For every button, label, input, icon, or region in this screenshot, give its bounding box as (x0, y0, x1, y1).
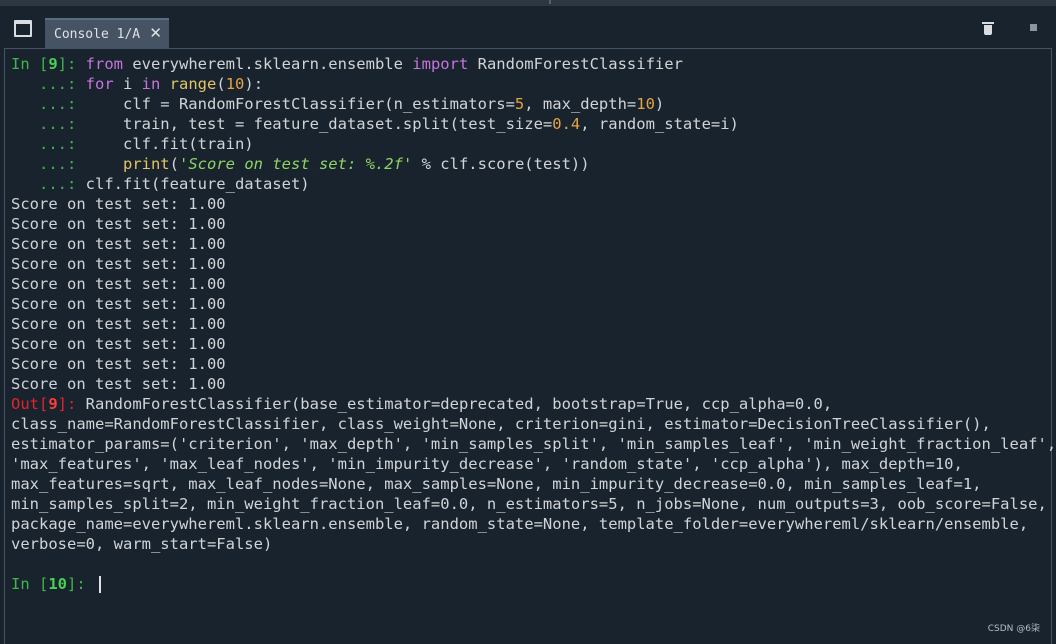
stdout-line: Score on test set: 1.00 (11, 255, 226, 273)
code-keyword: import (412, 55, 469, 73)
output-line: Out[9]: RandomForestClassifier(base_esti… (11, 394, 1056, 414)
input-line: ...: clf.fit(train) (11, 134, 1056, 154)
code-text: % clf.score(test)) (412, 155, 590, 173)
code-text: clf = RandomForestClassifier(n_estimator… (85, 95, 515, 113)
code-text: , random_state=i) (580, 115, 739, 133)
console-lines: In [9]: from everywhereml.sklearn.ensemb… (11, 54, 1056, 594)
window-icon[interactable] (14, 20, 32, 37)
output-line: verbose=0, warm_start=False) (11, 535, 273, 553)
output-line: estimator_params=('criterion', 'max_dept… (11, 435, 1056, 453)
stdout-line: Score on test set: 1.00 (11, 195, 226, 213)
code-text: clf.fit(feature_dataset) (85, 175, 310, 193)
continuation-prompt: ...: (11, 135, 86, 153)
code-number: 10 (225, 75, 245, 93)
code-text: ): (244, 75, 264, 93)
stdout-line: Score on test set: 1.00 (11, 295, 226, 313)
input-line: ...: clf = RandomForestClassifier(n_esti… (11, 94, 1056, 114)
continuation-prompt: ...: (11, 115, 86, 133)
stdout-line: Score on test set: 1.00 (11, 355, 226, 373)
code-text: ( (216, 75, 226, 93)
code-text: everywhereml.sklearn.ensemble (123, 55, 413, 73)
output-text: RandomForestClassifier(base_estimator=de… (85, 395, 833, 413)
in-prompt: In [ (11, 55, 49, 73)
stdout-line: Score on test set: 1.00 (11, 215, 226, 233)
stdout-line: Score on test set: 1.00 (11, 375, 226, 393)
in-prompt-suffix: ]: (57, 55, 86, 73)
code-keyword: from (85, 55, 123, 73)
code-text: ( (169, 155, 179, 173)
code-keyword: in (141, 75, 161, 93)
input-line: ...: clf.fit(feature_dataset) (11, 174, 1056, 194)
text-cursor (99, 576, 101, 593)
code-text: train, test = feature_dataset.split(test… (85, 115, 553, 133)
out-prompt-suffix: ]: (57, 395, 86, 413)
trash-icon[interactable] (982, 22, 994, 35)
input-line: ...: for i in range(10): (11, 74, 1056, 94)
output-line: min_samples_split=2, min_weight_fraction… (11, 495, 1047, 513)
tab-strip: Console 1/A ✕ (0, 6, 1056, 48)
watermark: CSDN @6柒 (987, 624, 1040, 634)
in-prompt-number: 10 (48, 575, 67, 593)
code-keyword: for (85, 75, 114, 93)
in-prompt-number: 9 (48, 55, 58, 73)
input-line: ...: train, test = feature_dataset.split… (11, 114, 1056, 134)
continuation-prompt: ...: (11, 155, 86, 173)
continuation-prompt: ...: (11, 175, 86, 193)
in-prompt: In [ (11, 575, 49, 593)
output-line: 'max_features', 'max_leaf_nodes', 'min_i… (11, 455, 963, 473)
code-text: , max_depth= (524, 95, 637, 113)
out-prompt: Out[ (11, 395, 49, 413)
stop-icon[interactable] (1030, 24, 1037, 31)
continuation-prompt: ...: (11, 95, 86, 113)
code-builtin: range (169, 75, 217, 93)
out-prompt-number: 9 (48, 395, 58, 413)
splitter-handle[interactable] (549, 0, 551, 4)
tab-label: Console 1/A (54, 26, 141, 42)
continuation-prompt: ...: (11, 75, 86, 93)
in-prompt-suffix: ]: (67, 575, 95, 593)
code-number: 5 (514, 95, 525, 113)
code-text: i (113, 75, 142, 93)
output-line: package_name=everywhereml.sklearn.ensemb… (11, 515, 1029, 533)
input-line-current[interactable]: In [10]: (11, 574, 1056, 594)
output-line: class_name=RandomForestClassifier, class… (11, 415, 991, 433)
input-line: ...: print('Score on test set: %.2f' % c… (11, 154, 1056, 174)
close-icon[interactable]: ✕ (149, 24, 162, 42)
stdout-line: Score on test set: 1.00 (11, 235, 226, 253)
code-builtin: print (122, 155, 170, 173)
code-text: RandomForestClassifier (468, 55, 683, 73)
output-line: max_features=sqrt, max_leaf_nodes=None, … (11, 475, 982, 493)
stdout-line: Score on test set: 1.00 (11, 315, 226, 333)
code-number: 0.4 (552, 115, 581, 133)
code-number: 10 (636, 95, 655, 113)
code-text: clf.fit(train) (85, 135, 254, 153)
code-text: ) (654, 95, 665, 113)
tab-console-1a[interactable]: Console 1/A ✕ (45, 18, 169, 48)
input-line: In [9]: from everywhereml.sklearn.ensemb… (11, 54, 1056, 74)
stdout-line: Score on test set: 1.00 (11, 275, 226, 293)
code-string: 'Score on test set: %.2f' (179, 155, 413, 173)
console-output[interactable]: In [9]: from everywhereml.sklearn.ensemb… (4, 48, 1056, 644)
stdout-line: Score on test set: 1.00 (11, 335, 226, 353)
